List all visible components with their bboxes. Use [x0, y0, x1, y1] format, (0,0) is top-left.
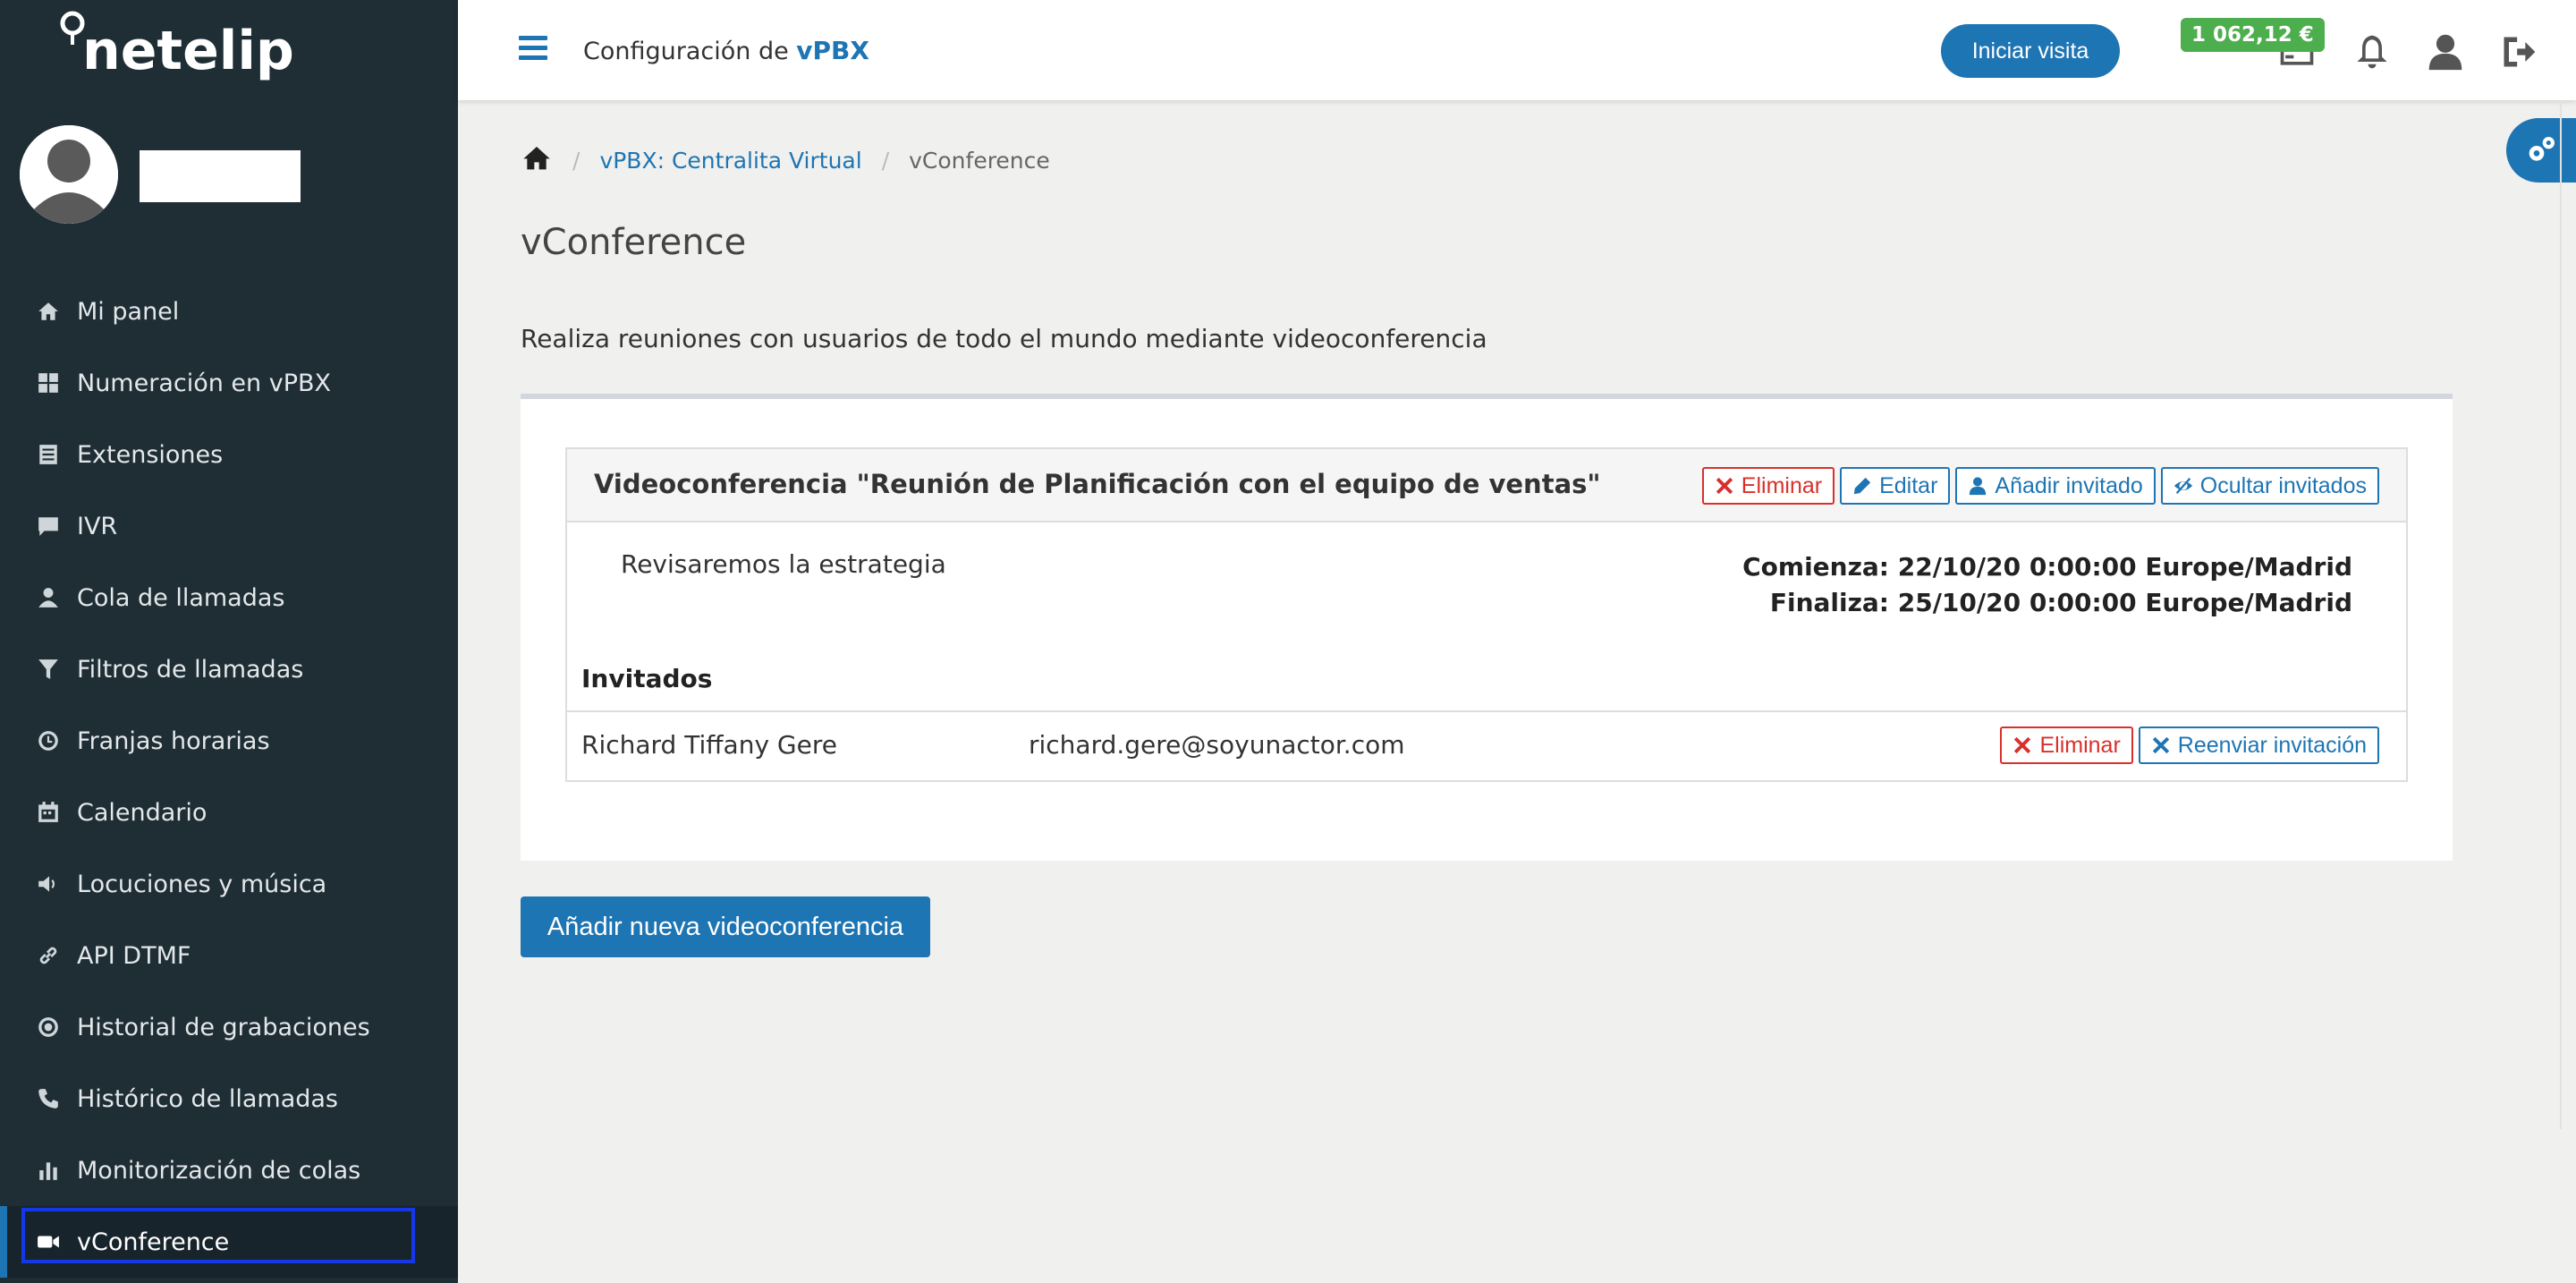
- guest-email: richard.gere@soyunactor.com: [1029, 730, 1405, 760]
- sidebar-item-label: Locuciones y música: [77, 870, 327, 898]
- hide-guests-label: Ocultar invitados: [2199, 472, 2367, 498]
- resend-invitation-button[interactable]: Reenviar invitación: [2138, 726, 2379, 764]
- breadcrumb-link-vpbx[interactable]: vPBX: Centralita Virtual: [599, 148, 861, 174]
- focus-highlight: [21, 1208, 415, 1263]
- logout-icon[interactable]: [2499, 32, 2538, 72]
- edit-conference-button[interactable]: Editar: [1840, 467, 1951, 505]
- sidebar-item-vconference[interactable]: vConference: [0, 1206, 458, 1278]
- breadcrumb-current: vConference: [909, 147, 1050, 174]
- menu-toggle-icon[interactable]: [519, 36, 547, 61]
- conference-description: Revisaremos la estrategia: [621, 549, 946, 579]
- add-guest-label: Añadir invitado: [1995, 472, 2143, 498]
- user-account-icon[interactable]: [2426, 32, 2465, 72]
- link-icon: [36, 943, 61, 968]
- header-title-brand: vPBX: [796, 36, 869, 65]
- eye-slash-icon: [2174, 477, 2192, 495]
- sidebar-item-cola[interactable]: Cola de llamadas: [0, 562, 458, 633]
- sidebar-item-locuciones[interactable]: Locuciones y música: [0, 848, 458, 920]
- sidebar-item-grabaciones[interactable]: Historial de grabaciones: [0, 991, 458, 1063]
- sidebar-item-calendario[interactable]: Calendario: [0, 777, 458, 848]
- calendar-icon: [36, 800, 61, 825]
- user-icon: [1970, 477, 1987, 496]
- record-icon: [36, 1015, 61, 1040]
- sidebar-item-label: Historial de grabaciones: [77, 1013, 370, 1041]
- top-bar: Configuración de vPBX Iniciar visita 1 0…: [458, 0, 2576, 100]
- sidebar-item-label: Cola de llamadas: [77, 583, 285, 612]
- hide-guests-button[interactable]: Ocultar invitados: [2160, 467, 2379, 505]
- conference-start: Comienza: 22/10/20 0:00:00 Europe/Madrid: [1742, 552, 2352, 582]
- sidebar: netelip Mi panel Numeración en vPBX Exte…: [0, 0, 458, 1283]
- delete-label: Eliminar: [1741, 472, 1823, 498]
- conference-title: Videoconferencia "Reunión de Planificaci…: [594, 469, 1601, 499]
- user-icon: [36, 585, 61, 610]
- close-icon: [1716, 477, 1733, 495]
- delete-conference-button[interactable]: Eliminar: [1701, 467, 1835, 505]
- grid-icon: [36, 370, 61, 395]
- sidebar-item-label: Monitorización de colas: [77, 1156, 361, 1185]
- sidebar-item-label: Mi panel: [77, 297, 180, 326]
- header-title-prefix: Configuración de: [583, 38, 797, 65]
- sidebar-item-label: Calendario: [77, 798, 208, 827]
- close-icon: [2152, 736, 2169, 754]
- profile-name-box: [140, 150, 301, 202]
- sidebar-item-api-dtmf[interactable]: API DTMF: [0, 920, 458, 991]
- logo[interactable]: netelip: [82, 20, 294, 82]
- sidebar-item-mi-panel[interactable]: Mi panel: [0, 276, 458, 347]
- volume-icon: [36, 871, 61, 896]
- gears-icon: [2529, 137, 2555, 161]
- pencil-icon: [1853, 477, 1871, 495]
- sidebar-item-filtros[interactable]: Filtros de llamadas: [0, 633, 458, 705]
- scrollbar-track[interactable]: [2560, 100, 2562, 1129]
- breadcrumb-separator: /: [572, 147, 580, 174]
- balance-badge[interactable]: 1 062,12 €: [2181, 18, 2325, 52]
- sidebar-item-numeracion[interactable]: Numeración en vPBX: [0, 347, 458, 419]
- filter-icon: [36, 657, 61, 682]
- sidebar-item-label: Extensiones: [77, 440, 224, 469]
- page-header-title: Configuración de vPBX: [583, 36, 869, 65]
- phone-icon: [36, 1086, 61, 1111]
- sidebar-item-label: IVR: [77, 512, 118, 540]
- sidebar-item-label: Franjas horarias: [77, 726, 270, 755]
- start-visit-button[interactable]: Iniciar visita: [1941, 24, 2120, 78]
- sidebar-item-label: Numeración en vPBX: [77, 369, 332, 397]
- comment-icon: [36, 514, 61, 539]
- sidebar-item-franjas[interactable]: Franjas horarias: [0, 705, 458, 777]
- table-row: Richard Tiffany Gere richard.gere@soyuna…: [567, 710, 2406, 782]
- delete-guest-button[interactable]: Eliminar: [2000, 726, 2133, 764]
- avatar[interactable]: [20, 125, 118, 224]
- conference-box: Videoconferencia "Reunión de Planificaci…: [521, 394, 2453, 861]
- sidebar-item-monitorizacion[interactable]: Monitorización de colas: [0, 1134, 458, 1206]
- sidebar-item-historico[interactable]: Histórico de llamadas: [0, 1063, 458, 1134]
- breadcrumb-separator: /: [881, 147, 890, 174]
- bar-chart-icon: [36, 1158, 61, 1183]
- bell-icon[interactable]: [2352, 32, 2392, 72]
- list-icon: [36, 442, 61, 467]
- guests-heading: Invitados: [581, 664, 713, 693]
- sidebar-item-label: API DTMF: [77, 941, 191, 970]
- clock-icon: [36, 728, 61, 753]
- sidebar-item-label: Histórico de llamadas: [77, 1084, 339, 1113]
- resend-invitation-label: Reenviar invitación: [2177, 732, 2367, 758]
- guest-name: Richard Tiffany Gere: [581, 730, 837, 760]
- edit-label: Editar: [1879, 472, 1938, 498]
- sidebar-item-extensiones[interactable]: Extensiones: [0, 419, 458, 490]
- conference-panel: Videoconferencia "Reunión de Planificaci…: [565, 447, 2408, 782]
- home-icon[interactable]: [521, 143, 553, 177]
- sidebar-nav: Mi panel Numeración en vPBX Extensiones …: [0, 276, 458, 1278]
- add-guest-button[interactable]: Añadir invitado: [1955, 467, 2156, 505]
- conference-panel-header: Videoconferencia "Reunión de Planificaci…: [567, 449, 2406, 523]
- conference-dates: Comienza: 22/10/20 0:00:00 Europe/Madrid…: [1742, 549, 2352, 621]
- settings-gear-tab[interactable]: [2506, 118, 2576, 183]
- sidebar-item-label: Filtros de llamadas: [77, 655, 304, 684]
- breadcrumb: / vPBX: Centralita Virtual / vConference: [521, 143, 1050, 177]
- page-title: vConference: [521, 222, 747, 263]
- user-avatar-icon: [20, 125, 118, 224]
- close-icon: [2014, 736, 2031, 754]
- home-icon: [36, 299, 61, 324]
- add-conference-button[interactable]: Añadir nueva videoconferencia: [521, 896, 930, 957]
- page-description: Realiza reuniones con usuarios de todo e…: [521, 324, 1487, 353]
- sidebar-item-ivr[interactable]: IVR: [0, 490, 458, 562]
- conference-end: Finaliza: 25/10/20 0:00:00 Europe/Madrid: [1769, 588, 2352, 617]
- delete-guest-label: Eliminar: [2039, 732, 2121, 758]
